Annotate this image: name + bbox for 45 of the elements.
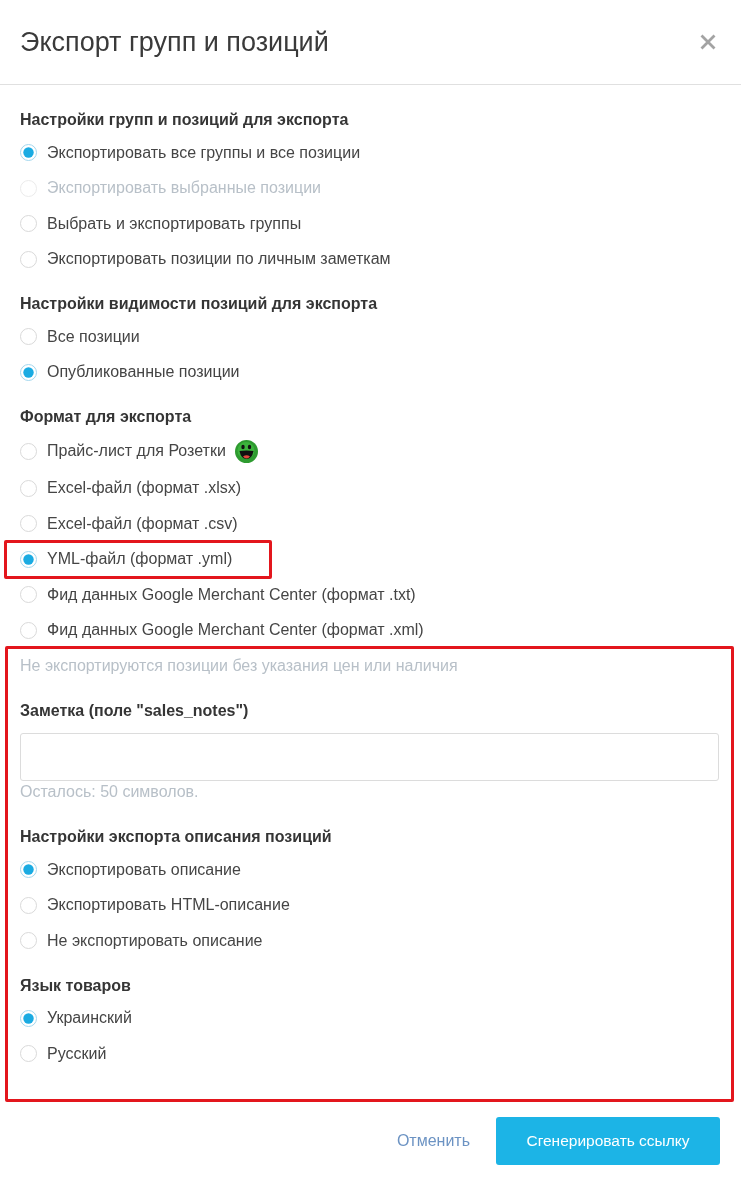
radio-button[interactable]: [20, 550, 37, 568]
radio-option[interactable]: Русский: [20, 1043, 107, 1064]
radio-option[interactable]: Excel-файл (формат .csv): [20, 513, 238, 534]
radio-button[interactable]: [20, 363, 37, 381]
radio-option[interactable]: Экспортировать HTML-описание: [20, 895, 290, 916]
radio-option[interactable]: Опубликованные позиции: [20, 362, 240, 383]
radio-button[interactable]: [20, 479, 37, 497]
radio-button[interactable]: [20, 896, 37, 914]
radio-button[interactable]: [20, 515, 37, 533]
radio-option[interactable]: Фид данных Google Merchant Center (формат .txt): [20, 584, 416, 605]
radio-option[interactable]: Не экспортировать описание: [20, 930, 263, 951]
smiley-icon: [234, 439, 258, 463]
radio-option[interactable]: Excel-файл (формат .xlsx): [20, 478, 242, 499]
character-counter: Осталось: 50 символов.: [20, 783, 200, 801]
radio-button[interactable]: [20, 586, 37, 604]
radio-button[interactable]: [20, 1045, 37, 1063]
radio-button[interactable]: [20, 215, 37, 233]
radio-option[interactable]: Экспортировать описание: [20, 859, 241, 880]
radio-button[interactable]: [20, 250, 37, 268]
section-heading: Формат для экспорта: [20, 407, 193, 427]
radio-option[interactable]: YML-файл (формат .yml): [20, 549, 233, 570]
radio-option[interactable]: Экспортировать позиции по личным заметкам: [20, 249, 391, 270]
radio-option[interactable]: Все позиции: [20, 326, 140, 347]
radio-option[interactable]: Экспортировать все группы и все позиции: [20, 142, 361, 163]
radio-option[interactable]: Выбрать и экспортировать группы: [20, 213, 302, 234]
close-button[interactable]: [700, 34, 716, 50]
radio-button[interactable]: [20, 144, 37, 162]
section-heading: Язык товаров: [20, 975, 132, 996]
radio-button[interactable]: [20, 1009, 37, 1027]
radio-button[interactable]: [20, 442, 37, 460]
radio-option[interactable]: Прайс-лист для Розетки: [20, 439, 258, 463]
radio-button[interactable]: [20, 621, 37, 639]
field-label: Заметка (поле "sales_notes"): [20, 701, 250, 721]
radio-button[interactable]: [20, 932, 37, 950]
radio-button[interactable]: [20, 328, 37, 346]
radio-option[interactable]: Украинский: [20, 1008, 132, 1029]
section-heading: Настройки групп и позиций для экспорта: [20, 110, 350, 130]
radio-button[interactable]: [20, 861, 37, 879]
dialog-title: Экспорт групп и позиций: [20, 26, 329, 59]
section-heading: Настройки экспорта описания позиций: [20, 827, 333, 847]
radio-option[interactable]: Фид данных Google Merchant Center (формат .xml): [20, 620, 424, 641]
sales-notes-input[interactable]: [20, 733, 719, 781]
close-icon: [700, 34, 716, 50]
section-heading: Настройки видимости позиций для экспорта: [20, 294, 379, 314]
info-text: Не экспортируются позиции без указания цен или наличия: [20, 657, 459, 675]
